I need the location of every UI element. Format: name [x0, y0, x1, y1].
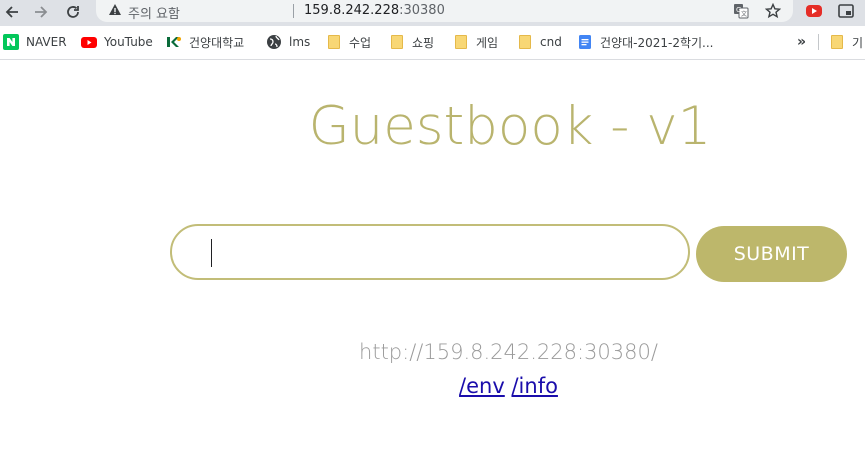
env-link[interactable]: /env — [459, 374, 505, 398]
bookmarks-divider — [818, 34, 819, 50]
bookmark-label: YouTube — [104, 35, 153, 49]
bookmark-label: 기 — [852, 35, 864, 50]
bookmark-label: cnd — [540, 35, 562, 49]
bookmark-naver[interactable]: NAVER — [3, 33, 67, 51]
svg-text:文: 文 — [741, 10, 747, 18]
bookmark-lms[interactable]: lms — [266, 33, 310, 51]
bookmarks-overflow-button[interactable]: » — [797, 33, 806, 51]
host-url-text: http://159.8.242.228:30380/ — [359, 340, 658, 364]
forward-arrow-icon[interactable] — [30, 1, 52, 23]
bookmarks-bar: NAVER YouTube 건양대학교 lms 수업 쇼핑 게임 cnd 건양대… — [0, 26, 865, 60]
bookmark-youtube[interactable]: YouTube — [81, 33, 153, 51]
url-text[interactable]: 159.8.242.228:30380 — [304, 3, 445, 18]
folder-icon — [829, 34, 845, 50]
bookmark-folder-shopping[interactable]: 쇼핑 — [389, 33, 434, 51]
naver-icon — [3, 34, 19, 50]
translate-icon[interactable]: G文 — [732, 2, 750, 20]
folder-icon — [517, 34, 533, 50]
submit-button[interactable]: SUBMIT — [696, 226, 847, 282]
konyang-icon — [166, 34, 182, 50]
omnibox-divider — [293, 4, 294, 18]
security-warning-text[interactable]: 주의 요함 — [128, 3, 180, 22]
bookmark-label: 쇼핑 — [412, 35, 435, 50]
youtube-extension-icon[interactable] — [806, 3, 822, 19]
info-links: /env /info — [0, 374, 865, 398]
globe-icon — [266, 34, 282, 50]
bookmark-label: 건양대-2021-2학기... — [600, 35, 714, 50]
folder-icon — [453, 34, 469, 50]
page-title: Guestbook - v1 — [308, 96, 712, 157]
bookmark-label: NAVER — [26, 35, 67, 49]
youtube-icon — [81, 34, 97, 50]
bookmark-label: lms — [289, 35, 311, 49]
url-port: :30380 — [399, 3, 445, 18]
warning-triangle-icon[interactable] — [108, 3, 122, 20]
browser-toolbar: 주의 요함 159.8.242.228:30380 G文 — [0, 0, 865, 26]
reload-icon[interactable] — [62, 1, 84, 23]
picture-in-picture-icon[interactable] — [838, 3, 854, 19]
bookmark-label: 건양대학교 — [189, 35, 245, 50]
bookmark-star-icon[interactable] — [764, 2, 782, 20]
bookmark-label: 수업 — [349, 35, 372, 50]
info-link[interactable]: /info — [511, 374, 557, 398]
address-bar[interactable]: 주의 요함 159.8.242.228:30380 G文 — [96, 0, 793, 22]
folder-icon — [326, 34, 342, 50]
url-host: 159.8.242.228 — [304, 3, 400, 18]
bookmark-label: 게임 — [476, 35, 499, 50]
bookmark-folder-game[interactable]: 게임 — [453, 33, 498, 51]
guestbook-entry-input[interactable] — [170, 224, 690, 280]
bookmark-folder-class[interactable]: 수업 — [326, 33, 371, 51]
bookmark-folder-cnd[interactable]: cnd — [517, 33, 562, 51]
bookmark-docs[interactable]: 건양대-2021-2학기... — [577, 33, 713, 51]
folder-icon — [389, 34, 405, 50]
bookmark-other[interactable]: 기 — [829, 33, 863, 51]
text-caret — [211, 239, 212, 267]
docs-icon — [577, 34, 593, 50]
bookmark-konyang[interactable]: 건양대학교 — [166, 33, 244, 51]
back-arrow-icon[interactable] — [1, 1, 23, 23]
